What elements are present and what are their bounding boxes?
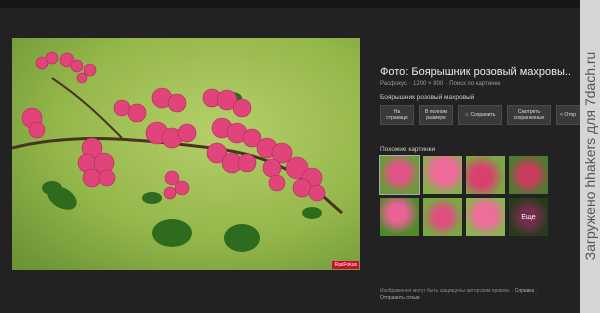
feedback-link[interactable]: Отправить отзыв xyxy=(380,295,420,301)
similar-images-label: Похожие картинки xyxy=(380,146,436,153)
share-icon: < xyxy=(560,112,563,118)
view-saved-button[interactable]: Смотреть сохраненные xyxy=(507,105,551,125)
similar-thumb[interactable] xyxy=(466,198,505,236)
main-photo[interactable]: RasFokus xyxy=(12,38,360,270)
image-dimensions: 1200 × 800 xyxy=(413,81,444,87)
similar-thumb[interactable] xyxy=(466,156,505,194)
image-info: Фото: Боярышник розовый махровы.. Расфок… xyxy=(380,66,580,101)
similar-thumb[interactable] xyxy=(380,198,419,236)
open-page-button[interactable]: На странице xyxy=(380,105,414,125)
similar-thumb[interactable] xyxy=(509,156,548,194)
star-icon: ☆ xyxy=(464,112,470,118)
save-button[interactable]: ☆ Сохранить xyxy=(458,105,502,125)
photo-watermark: RasFokus xyxy=(332,261,359,269)
help-link[interactable]: Справка xyxy=(515,288,535,294)
similar-thumb[interactable] xyxy=(379,155,420,195)
full-size-button[interactable]: В полном размере xyxy=(419,105,453,125)
source-link[interactable]: Расфокус xyxy=(380,81,407,87)
image-meta: Расфокус · 1200 × 800 · Поиск по картинке xyxy=(380,81,501,87)
similar-images-grid: Еще xyxy=(379,155,548,236)
top-bar xyxy=(0,0,580,8)
footer: Изображения могут быть защищены авторски… xyxy=(380,288,538,301)
image-title[interactable]: Фото: Боярышник розовый махровы.. xyxy=(380,66,580,78)
similar-thumb[interactable] xyxy=(423,156,462,194)
more-label: Еще xyxy=(509,198,548,236)
similar-thumb-more[interactable]: Еще xyxy=(509,198,548,236)
side-watermark-text: Загружено hhakers для 7dach.ru xyxy=(582,51,598,261)
action-buttons: На странице В полном размере ☆ Сохранить… xyxy=(380,105,586,125)
image-caption: Боярышник розовый махровый xyxy=(380,94,475,101)
search-by-image-link[interactable]: Поиск по картинке xyxy=(449,81,500,87)
save-label: Сохранить xyxy=(470,112,496,118)
copyright-notice: Изображения могут быть защищены авторски… xyxy=(380,288,511,294)
similar-thumb[interactable] xyxy=(423,198,462,236)
share-label: Отпр xyxy=(564,112,576,118)
